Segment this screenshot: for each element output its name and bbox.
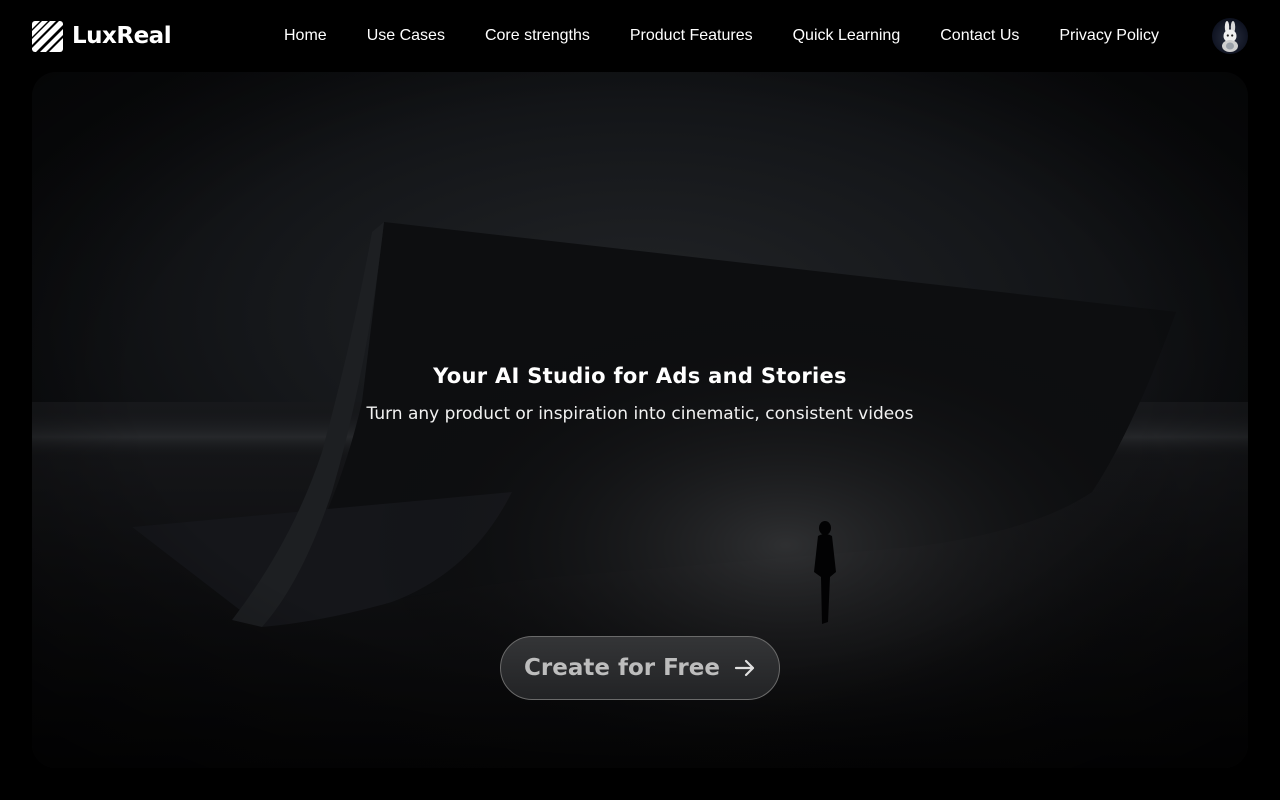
top-navigation-bar: LuxReal Home Use Cases Core strengths Pr… [0, 0, 1280, 72]
luxreal-logo-icon [32, 20, 63, 52]
user-avatar[interactable] [1212, 18, 1248, 54]
hero-title: Your AI Studio for Ads and Stories [433, 364, 847, 388]
rabbit-avatar-icon [1222, 21, 1238, 52]
brand-name: LuxReal [72, 23, 172, 49]
nav-item-quick-learning[interactable]: Quick Learning [773, 24, 921, 48]
hero-section: Your AI Studio for Ads and Stories Turn … [32, 72, 1248, 768]
arrow-right-icon [734, 659, 755, 677]
create-for-free-button[interactable]: Create for Free [500, 636, 780, 700]
brand-logo[interactable]: LuxReal [32, 20, 172, 52]
nav-item-use-cases[interactable]: Use Cases [347, 24, 465, 48]
cta-label: Create for Free [524, 655, 720, 681]
nav-item-contact-us[interactable]: Contact Us [920, 24, 1039, 48]
nav-item-home[interactable]: Home [264, 24, 347, 48]
main-nav: Home Use Cases Core strengths Product Fe… [264, 24, 1179, 48]
nav-item-core-strengths[interactable]: Core strengths [465, 24, 610, 48]
nav-item-privacy-policy[interactable]: Privacy Policy [1039, 24, 1179, 48]
nav-item-product-features[interactable]: Product Features [610, 24, 773, 48]
hero-subtitle: Turn any product or inspiration into cin… [366, 404, 914, 424]
